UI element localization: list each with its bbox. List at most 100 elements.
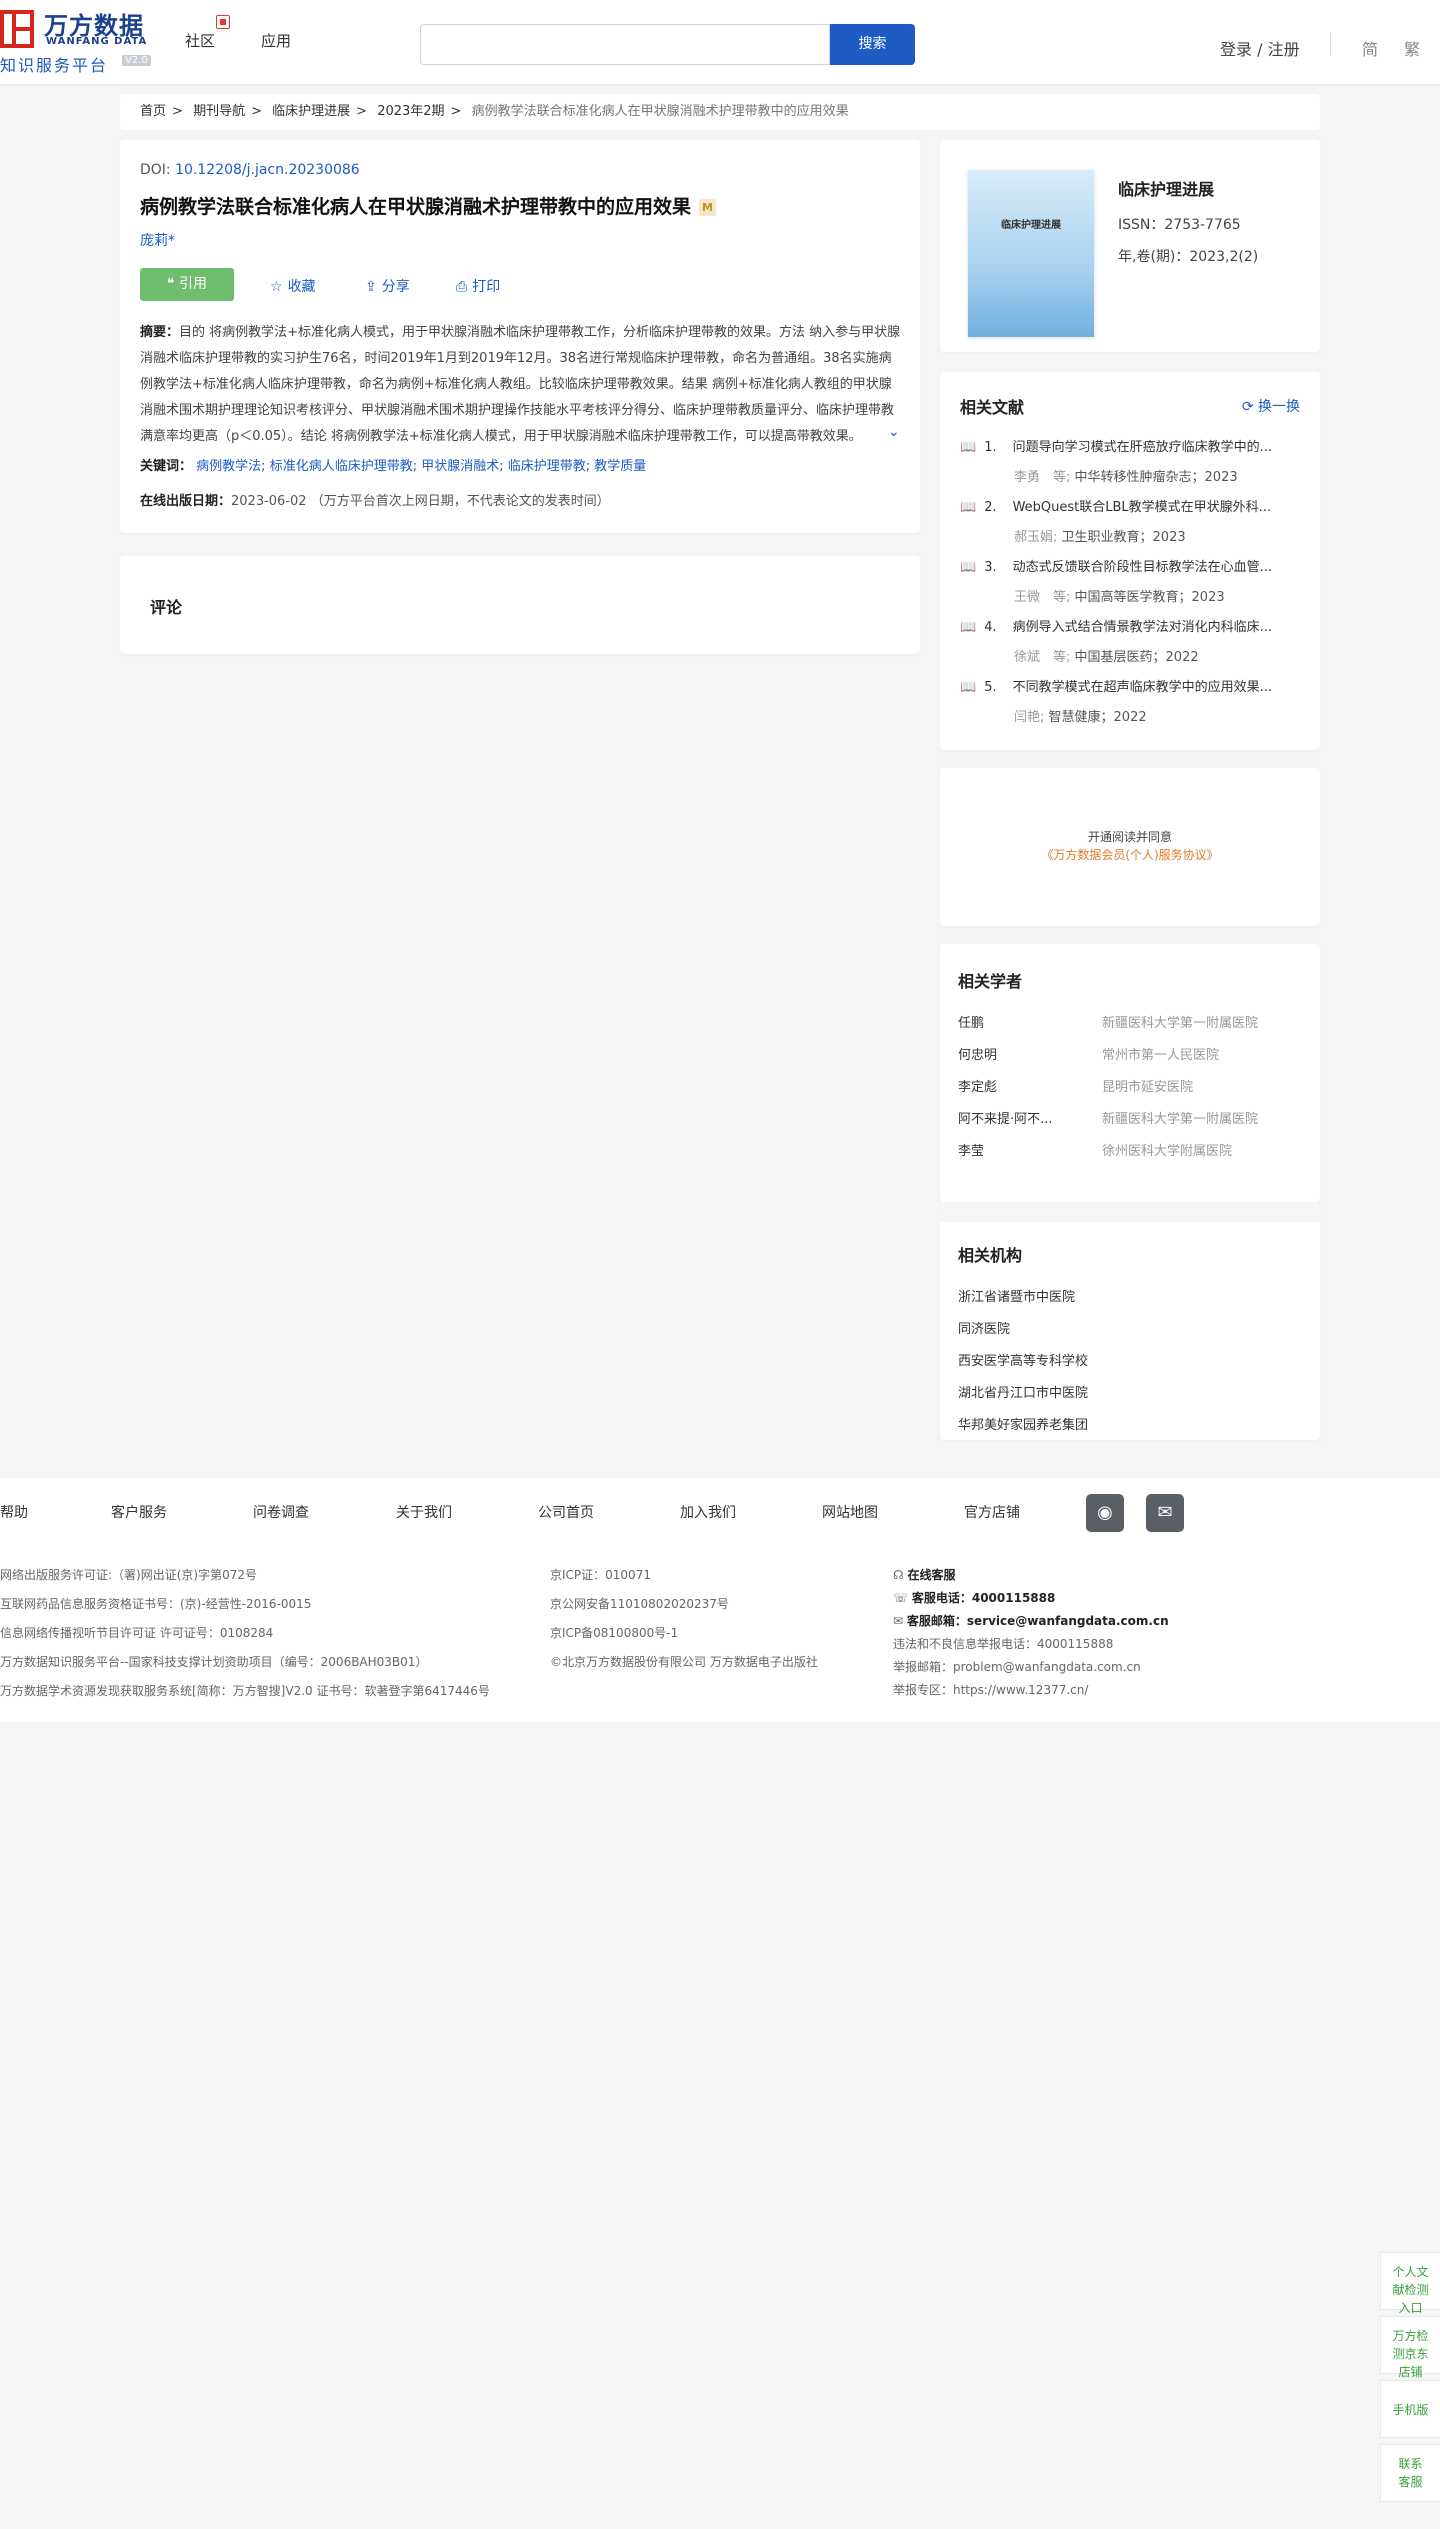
breadcrumb-issue[interactable]: 2023年2期 <box>377 104 444 119</box>
report-area[interactable]: 举报专区：https://www.12377.cn/ <box>893 1681 1088 1698</box>
book-icon: 📖 <box>960 440 977 455</box>
footer-license: 万方数据知识服务平台--国家科技支撑计划资助项目（编号：2006BAH03B01… <box>0 1655 428 1669</box>
login-register-link[interactable]: 登录 / 注册 <box>1220 36 1300 60</box>
refresh-icon: ⟳ <box>1241 399 1254 415</box>
online-service[interactable]: ☊ 在线客服 <box>893 1566 956 1583</box>
search-input[interactable] <box>420 24 830 65</box>
notification-badge-icon <box>216 15 230 29</box>
footer-link-home[interactable]: 公司首页 <box>538 1502 594 1522</box>
keyword-link[interactable]: 临床护理带教; <box>508 459 590 474</box>
expand-chevron-icon[interactable]: ⌄ <box>888 424 900 440</box>
nav-community[interactable]: 社区 <box>185 30 215 51</box>
mail-icon: ✉ <box>893 1614 904 1628</box>
headset-icon: ☊ <box>893 1568 904 1582</box>
service-agreement-link[interactable]: 《万方数据会员(个人)服务协议》 <box>1041 848 1218 862</box>
keyword-link[interactable]: 标准化病人临床护理带教; <box>270 459 417 474</box>
keyword-link[interactable]: 甲状腺消融术; <box>421 459 503 474</box>
pub-date: 在线出版日期：2023-06-02 （万方平台首次上网日期，不代表论文的发表时间… <box>140 494 610 509</box>
org-item[interactable]: 同济医院 <box>958 1318 1010 1337</box>
float-mobile[interactable]: 手机版 <box>1380 2380 1440 2438</box>
wanfang-logo[interactable]: 万方数据 WANFANG DATA 知识服务平台 V2.0 <box>0 6 160 75</box>
orgs-title: 相关机构 <box>958 1246 1023 1265</box>
org-item[interactable]: 西安医学高等专科学校 <box>958 1350 1088 1369</box>
breadcrumb-home[interactable]: 首页 <box>140 104 166 119</box>
float-plagiarism-check[interactable]: 个人文献检测入口 <box>1380 2252 1440 2315</box>
org-item[interactable]: 华邦美好家园养老集团 <box>958 1414 1088 1433</box>
wechat-icon[interactable]: ✉ <box>1146 1494 1184 1532</box>
footer-license: 万方数据学术资源发现获取服务系统[简称：万方智搜]V2.0 证书号：软著登字第6… <box>0 1684 490 1698</box>
header-divider <box>1330 32 1331 56</box>
author-link[interactable]: 庞莉* <box>140 230 175 250</box>
footer-link-service[interactable]: 客户服务 <box>111 1502 167 1522</box>
journal-issn: ISSN：2753-7765 <box>1118 217 1241 233</box>
lang-traditional[interactable]: 繁 <box>1404 36 1420 60</box>
service-phone: ☏ 客服电话：4000115888 <box>893 1591 1056 1605</box>
abstract: 摘要：目的 将病例教学法+标准化病人模式，用于甲状腺消融术临床护理带教工作，分析… <box>140 325 901 444</box>
footer-icp: ©北京万方数据股份有限公司 万方数据电子出版社 <box>550 1655 818 1669</box>
logo-mark-icon <box>0 10 34 48</box>
lang-simplified[interactable]: 简 <box>1362 36 1378 60</box>
report-phone: 违法和不良信息举报电话：4000115888 <box>893 1637 1114 1651</box>
nav-apps[interactable]: 应用 <box>261 30 291 51</box>
m-badge-icon: M <box>699 199 717 216</box>
related-doc-item[interactable]: 📖 5. 不同教学模式在超声临床教学中的应用效果... 闫艳; 智慧健康；2022 <box>960 676 1314 725</box>
weibo-icon[interactable]: ◉ <box>1086 1494 1124 1532</box>
footer-link-store[interactable]: 官方店铺 <box>964 1502 1020 1522</box>
search-button[interactable]: 搜索 <box>830 24 915 65</box>
related-docs-title: 相关文献 <box>960 398 1025 417</box>
scholar-item[interactable]: 阿不来提·阿不... 新疆医科大学第一附属医院 <box>958 1108 1258 1127</box>
keyword-link[interactable]: 教学质量 <box>594 459 646 474</box>
comment-title: 评论 <box>150 598 183 617</box>
cite-button[interactable]: ❝ 引用 <box>140 268 234 301</box>
collect-button[interactable]: ☆ 收藏 <box>270 276 316 296</box>
article-card: DOI: 10.12208/j.jacn.20230086 病例教学法联合标准化… <box>120 140 920 533</box>
related-doc-item[interactable]: 📖 4. 病例导入式结合情景教学法对消化内科临床... 徐斌 等; 中国基层医药；2… <box>960 616 1314 665</box>
print-icon: ⎙ <box>456 279 468 295</box>
logo-version: V2.0 <box>122 55 151 66</box>
open-read: 开通阅读并同意 《万方数据会员(个人)服务协议》 <box>1041 830 1219 862</box>
footer-icp: 京公网安备11010802020237号 <box>550 1597 729 1611</box>
float-jd-store[interactable]: 万方检测京东店铺 <box>1380 2316 1440 2379</box>
breadcrumb: 首页 > 期刊导航 > 临床护理进展 > 2023年2期 > 病例教学法联合标准化病人在… <box>120 94 1320 130</box>
breadcrumb-journal-nav[interactable]: 期刊导航 <box>193 104 245 119</box>
related-doc-item[interactable]: 📖 1. 问题导向学习模式在肝癌放疗临床教学中的... 李勇 等; 中华转移性肿瘤杂… <box>960 436 1314 485</box>
footer-link-sitemap[interactable]: 网站地图 <box>822 1502 878 1522</box>
doi-link[interactable]: 10.12208/j.jacn.20230086 <box>175 162 360 178</box>
footer-license: 信息网络传播视听节目许可证 许可证号：0108284 <box>0 1626 274 1640</box>
journal-name[interactable]: 临床护理进展 <box>1118 176 1214 200</box>
footer-link-about[interactable]: 关于我们 <box>396 1502 452 1522</box>
keyword-link[interactable]: 病例教学法; <box>196 459 265 474</box>
breadcrumb-journal[interactable]: 临床护理进展 <box>272 104 350 119</box>
scholar-item[interactable]: 李定彪 昆明市延安医院 <box>958 1076 1193 1095</box>
refresh-button[interactable]: ⟳ 换一换 <box>1242 396 1300 416</box>
scholar-item[interactable]: 李莹 徐州医科大学附属医院 <box>958 1140 1232 1159</box>
footer-link-help[interactable]: 帮助 <box>0 1502 28 1522</box>
orgs-card: 相关机构 浙江省诸暨市中医院 同济医院 西安医学高等专科学校 湖北省丹江口市中医… <box>940 1202 1320 1440</box>
footer-icp: 京ICP备08100800号-1 <box>550 1626 679 1640</box>
related-doc-item[interactable]: 📖 2. WebQuest联合LBL教学模式在甲状腺外科... 郝玉娟; 卫生职业教… <box>960 496 1314 545</box>
scholar-item[interactable]: 任鹏 新疆医科大学第一附属医院 <box>958 1012 1258 1031</box>
logo-sub: 知识服务平台 <box>0 56 109 75</box>
float-contact-service[interactable]: 联系客服 <box>1380 2444 1440 2502</box>
phone-icon: ☏ <box>893 1591 909 1605</box>
related-doc-item[interactable]: 📖 3. 动态式反馈联合阶段性目标教学法在心血管... 王微 等; 中国高等医学教育… <box>960 556 1314 605</box>
breadcrumb-current: 病例教学法联合标准化病人在甲状腺消融术护理带教中的应用效果 <box>471 104 849 119</box>
share-icon: ⇪ <box>365 279 377 295</box>
open-read-card: 开通阅读并同意 《万方数据会员(个人)服务协议》 <box>940 768 1320 926</box>
scholars-title: 相关学者 <box>958 972 1023 991</box>
report-mail: 举报邮箱：problem@wanfangdata.com.cn <box>893 1660 1141 1674</box>
footer-link-survey[interactable]: 问卷调查 <box>253 1502 309 1522</box>
book-icon: 📖 <box>960 620 977 635</box>
org-item[interactable]: 湖北省丹江口市中医院 <box>958 1382 1088 1401</box>
footer-license: 网络出版服务许可证:（署)网出证(京)字第072号 <box>0 1568 257 1582</box>
org-item[interactable]: 浙江省诸暨市中医院 <box>958 1286 1075 1305</box>
scholar-item[interactable]: 何忠明 常州市第一人民医院 <box>958 1044 1219 1063</box>
logo-en: WANFANG DATA <box>46 36 148 47</box>
star-icon: ☆ <box>270 279 283 295</box>
footer-icp: 京ICP证：010071 <box>550 1568 651 1582</box>
share-button[interactable]: ⇪ 分享 <box>365 276 410 296</box>
print-button[interactable]: ⎙ 打印 <box>456 276 500 296</box>
journal-cover[interactable]: 临床护理进展 <box>968 170 1094 337</box>
scholars-card: 相关学者 任鹏 新疆医科大学第一附属医院 何忠明 常州市第一人民医院 李定彪 昆明市延… <box>940 944 1320 1202</box>
footer-link-join[interactable]: 加入我们 <box>680 1502 736 1522</box>
